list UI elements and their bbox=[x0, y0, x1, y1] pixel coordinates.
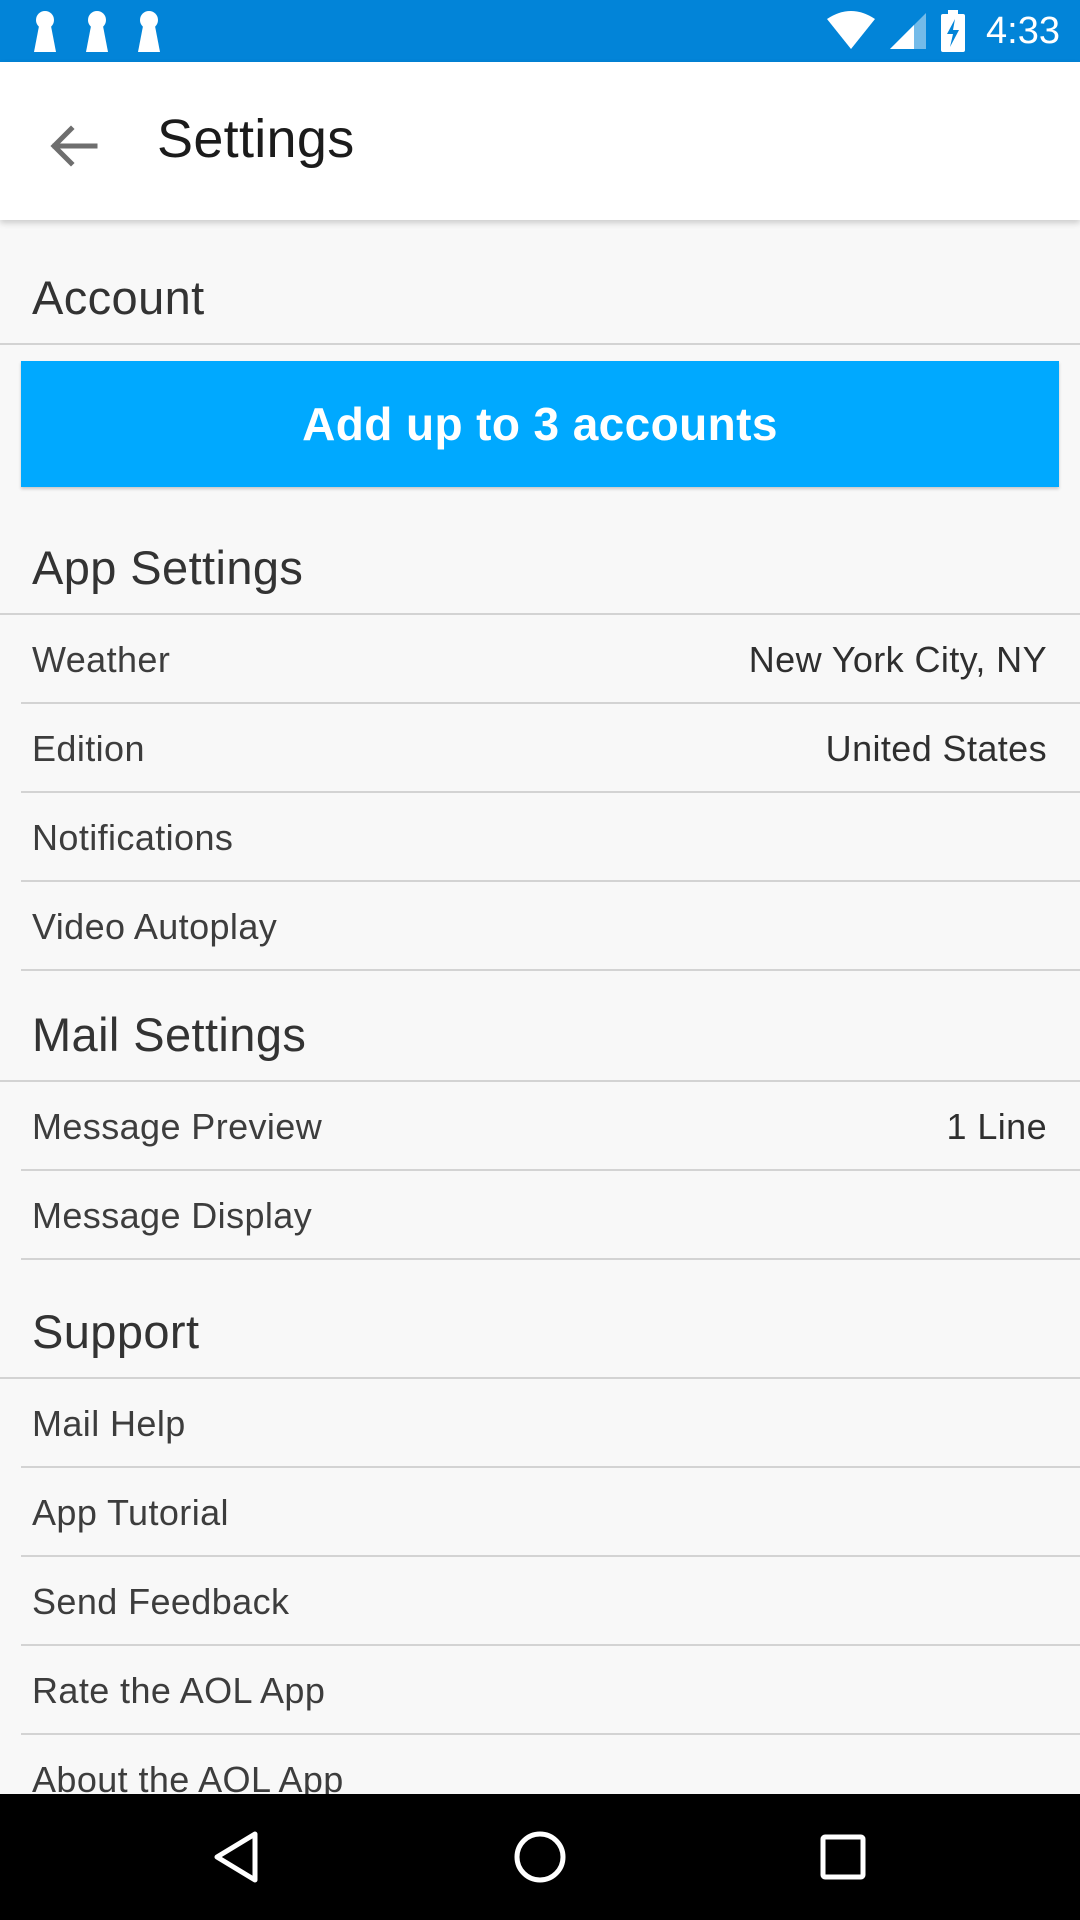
settings-row-about-app[interactable]: About the AOL App bbox=[21, 1735, 1080, 1794]
settings-row-edition[interactable]: Edition United States bbox=[21, 704, 1080, 793]
add-accounts-button[interactable]: Add up to 3 accounts bbox=[21, 361, 1059, 487]
row-label: Video Autoplay bbox=[32, 906, 278, 947]
settings-row-app-tutorial[interactable]: App Tutorial bbox=[21, 1468, 1080, 1557]
arrow-back-icon bbox=[50, 125, 98, 167]
settings-row-rate-app[interactable]: Rate the AOL App bbox=[21, 1646, 1080, 1735]
settings-list[interactable]: Account Add up to 3 accounts App Setting… bbox=[0, 220, 1080, 1794]
section-header-app-settings: App Settings bbox=[0, 493, 1080, 615]
wifi-icon bbox=[827, 11, 876, 49]
nav-back-button[interactable] bbox=[196, 1817, 276, 1897]
nav-recents-button[interactable] bbox=[803, 1817, 883, 1897]
row-label: App Tutorial bbox=[32, 1492, 229, 1533]
status-bar: 4:33 bbox=[0, 0, 1080, 62]
row-label: Send Feedback bbox=[32, 1581, 290, 1622]
row-label: Notifications bbox=[32, 817, 234, 858]
section-title: Account bbox=[32, 271, 205, 324]
nav-back-icon bbox=[214, 1831, 258, 1883]
battery-charging-icon bbox=[941, 10, 966, 52]
notification-icon bbox=[86, 11, 108, 52]
clock: 4:33 bbox=[986, 9, 1060, 52]
cell-signal-icon bbox=[890, 13, 927, 49]
nav-home-button[interactable] bbox=[500, 1817, 580, 1897]
section-title: Mail Settings bbox=[32, 1008, 307, 1061]
row-label: Rate the AOL App bbox=[32, 1670, 326, 1711]
settings-row-message-display[interactable]: Message Display bbox=[21, 1171, 1080, 1260]
section-title: App Settings bbox=[32, 541, 304, 594]
settings-row-notifications[interactable]: Notifications bbox=[21, 793, 1080, 882]
settings-row-send-feedback[interactable]: Send Feedback bbox=[21, 1557, 1080, 1646]
notification-icon bbox=[138, 11, 160, 52]
row-label: Message Display bbox=[32, 1195, 313, 1236]
row-label: Message Preview bbox=[32, 1106, 323, 1147]
section-header-mail-settings: Mail Settings bbox=[0, 971, 1080, 1082]
nav-home-icon bbox=[514, 1831, 566, 1883]
row-label: Mail Help bbox=[32, 1403, 186, 1444]
settings-row-mail-help[interactable]: Mail Help bbox=[21, 1379, 1080, 1468]
page-title: Settings bbox=[157, 109, 355, 169]
notification-icons bbox=[32, 10, 162, 52]
row-label: About the AOL App bbox=[32, 1759, 344, 1794]
status-indicators: 4:33 bbox=[826, 0, 1060, 62]
row-value: New York City, NY bbox=[748, 639, 1047, 680]
section-header-account: Account bbox=[0, 220, 1080, 345]
row-label: Weather bbox=[32, 639, 171, 680]
system-navigation-bar bbox=[0, 1794, 1080, 1920]
row-value: 1 Line bbox=[946, 1106, 1047, 1147]
nav-recents-icon bbox=[820, 1834, 866, 1880]
section-title: Support bbox=[32, 1305, 200, 1358]
row-value: United States bbox=[825, 728, 1047, 769]
app-bar: Settings bbox=[0, 62, 1080, 220]
section-header-support: Support bbox=[0, 1260, 1080, 1379]
settings-row-message-preview[interactable]: Message Preview 1 Line bbox=[21, 1082, 1080, 1171]
settings-row-video-autoplay[interactable]: Video Autoplay bbox=[21, 882, 1080, 971]
row-label: Edition bbox=[32, 728, 145, 769]
notification-icon bbox=[34, 11, 56, 52]
back-button[interactable] bbox=[34, 106, 114, 186]
settings-row-weather[interactable]: Weather New York City, NY bbox=[21, 615, 1080, 704]
